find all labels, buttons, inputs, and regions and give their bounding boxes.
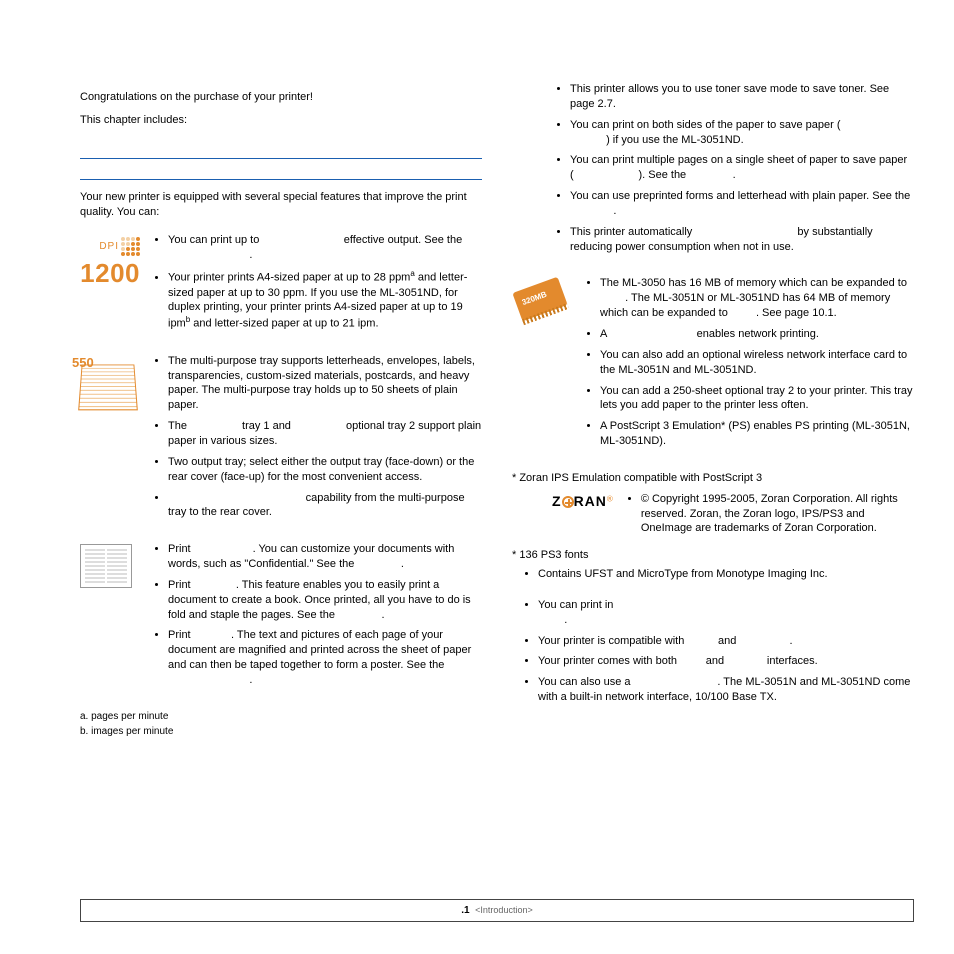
congrats-text: Congratulations on the purchase of your … <box>80 90 482 105</box>
save-bullet-5: This printer automatically conserves ele… <box>570 225 914 255</box>
save-bullet-4: You can use preprinted forms and letterh… <box>570 189 914 219</box>
paper-stack-icon: 550 <box>80 354 140 526</box>
env-bullet-2: Your printer is compatible with PCL6 and… <box>538 634 914 649</box>
booklet-icon <box>80 542 140 694</box>
ufst-note: Contains UFST and MicroType from Monotyp… <box>538 567 914 582</box>
ps3-fonts-note: * 136 PS3 fonts <box>512 548 914 563</box>
quality-bullet-1: You can print up to 1200 x 1200 dpi effe… <box>168 233 482 263</box>
save-bullet-1: This printer allows you to use toner sav… <box>570 82 914 112</box>
memory-chip-icon: 320MB <box>512 276 572 454</box>
lead-text: Your new printer is equipped with severa… <box>80 190 480 220</box>
footnote-a: a. pages per minute <box>80 710 482 724</box>
docs-bullet-2: Print Booklets. This feature enables you… <box>168 578 482 623</box>
chapter-includes-text: This chapter includes: <box>80 113 482 128</box>
expand-bullet-1: The ML-3050 has 16 MB of memory which ca… <box>600 276 914 321</box>
env-bullet-4: You can also use a network interface. Th… <box>538 675 914 705</box>
paper-bullet-3: Two output tray; select either the outpu… <box>168 455 482 485</box>
expand-bullet-2: A network interface enables network prin… <box>600 327 914 342</box>
paper-bullet-4: Straight-through paper path capability f… <box>168 491 482 521</box>
expand-bullet-3: You can also add an optional wireless ne… <box>600 348 914 378</box>
dpi-number: 1200 <box>80 256 140 291</box>
docs-bullet-1: Print Watermarks. You can customize your… <box>168 542 482 572</box>
save-bullet-2: You can print on both sides of the paper… <box>570 118 914 148</box>
expand-bullet-4: You can add a 250-sheet optional tray 2 … <box>600 384 914 414</box>
paper-bullet-2: The 250-sheet tray 1 and 250-sheet optio… <box>168 419 482 449</box>
dpi-label-text: DPI <box>99 240 119 254</box>
zoran-copyright: © Copyright 1995-2005, Zoran Corporation… <box>641 492 914 537</box>
paper-bullet-1: The multi-purpose tray supports letterhe… <box>168 354 482 413</box>
env-bullet-3: Your printer comes with both USB and Par… <box>538 654 914 669</box>
page-footer: .1 <Introduction> <box>80 899 914 923</box>
quality-bullet-2: Your printer prints A4-sized paper at up… <box>168 269 482 332</box>
docs-bullet-3: Print Posters. The text and pictures of … <box>168 628 482 687</box>
zoran-logo: ZRAN® <box>552 492 613 511</box>
save-bullet-3: You can print multiple pages on a single… <box>570 153 914 183</box>
zoran-compat-note: * Zoran IPS Emulation compatible with Po… <box>512 471 914 486</box>
section-heading-special-features <box>80 158 482 180</box>
env-bullet-1: You can print in various environments su… <box>538 598 914 628</box>
expand-bullet-5: A PostScript 3 Emulation* (PS) enables P… <box>600 419 914 449</box>
dpi-icon: DPI 1200 <box>80 233 140 337</box>
footnote-b: b. images per minute <box>80 725 482 739</box>
